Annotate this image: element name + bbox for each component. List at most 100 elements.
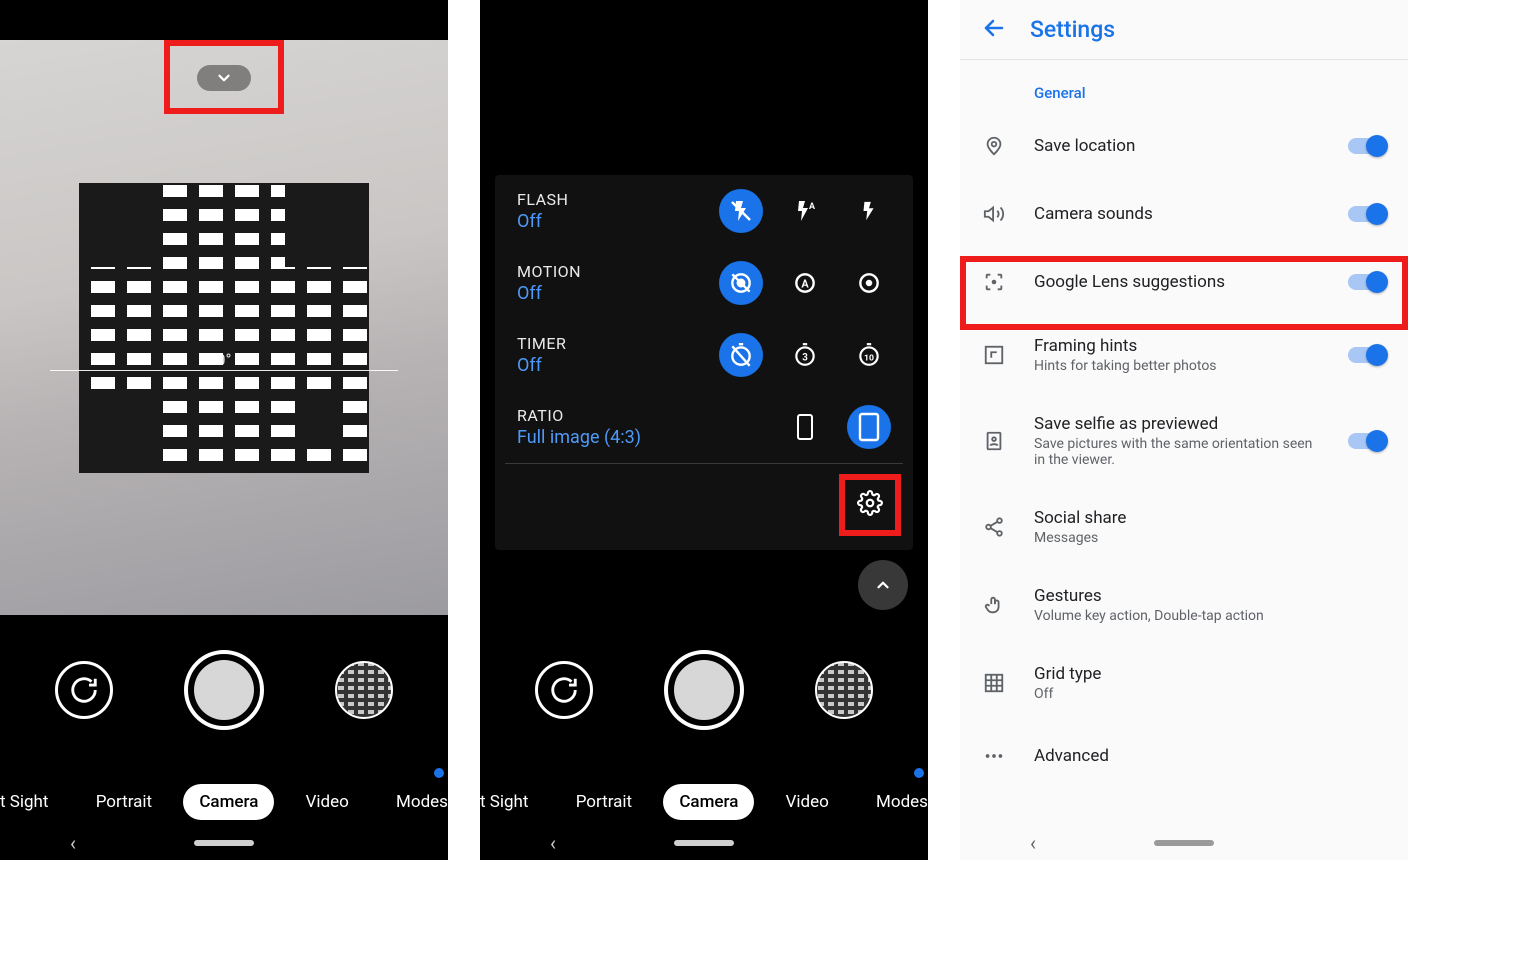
mode-video[interactable]: Video — [290, 784, 365, 820]
item-label: Gestures — [1034, 586, 1386, 606]
level-indicator-text: 0° — [217, 350, 232, 369]
timer-3s-icon: 3 — [792, 342, 818, 368]
motion-on-button[interactable] — [847, 261, 891, 305]
location-icon — [982, 135, 1006, 157]
item-sublabel: Volume key action, Double-tap action — [1034, 608, 1386, 624]
back-button[interactable] — [982, 16, 1006, 44]
flash-off-button[interactable] — [719, 189, 763, 233]
svg-text:A: A — [809, 202, 816, 212]
mode-portrait[interactable]: Portrait — [560, 784, 648, 820]
nav-home-pill[interactable] — [194, 840, 254, 846]
last-photo-thumbnail[interactable] — [815, 661, 873, 719]
svg-text:A: A — [801, 277, 809, 290]
motion-auto-button[interactable]: A — [783, 261, 827, 305]
switch-camera-icon — [69, 675, 99, 705]
flash-row: FLASH Off A — [495, 175, 913, 247]
gesture-icon — [982, 594, 1006, 616]
camera-bottom-bar: t Sight Portrait Camera Video Modes ‹ — [480, 615, 928, 860]
flash-off-icon — [729, 199, 753, 223]
google-lens-item[interactable]: Google Lens suggestions — [960, 248, 1408, 316]
mode-camera[interactable]: Camera — [663, 784, 754, 820]
settings-title: Settings — [1030, 16, 1115, 43]
mode-nightsight[interactable]: t Sight — [480, 784, 544, 820]
mode-more[interactable]: Modes — [380, 784, 448, 820]
shutter-inner — [194, 660, 254, 720]
mode-video[interactable]: Video — [770, 784, 845, 820]
motion-value: Off — [517, 283, 581, 304]
quick-settings-panel: FLASH Off A MOTION — [495, 175, 913, 550]
save-location-item[interactable]: Save location — [960, 112, 1408, 180]
chevron-up-icon — [874, 576, 892, 594]
save-location-toggle[interactable] — [1348, 138, 1386, 154]
item-label: Google Lens suggestions — [1034, 272, 1320, 292]
item-sublabel: Off — [1034, 686, 1386, 702]
item-label: Advanced — [1034, 746, 1386, 766]
social-share-item[interactable]: Social share Messages — [960, 488, 1408, 566]
more-icon — [982, 745, 1006, 767]
motion-off-icon — [728, 270, 754, 296]
item-sublabel: Save pictures with the same orientation … — [1034, 436, 1320, 468]
framing-toggle[interactable] — [1348, 347, 1386, 363]
nav-home-pill[interactable] — [674, 840, 734, 846]
nav-back-icon[interactable]: ‹ — [70, 831, 76, 855]
framing-hints-item[interactable]: Framing hints Hints for taking better ph… — [960, 316, 1408, 394]
viewfinder[interactable]: 0° — [0, 40, 448, 615]
switch-camera-button[interactable] — [535, 661, 593, 719]
gestures-item[interactable]: Gestures Volume key action, Double-tap a… — [960, 566, 1408, 644]
timer-3s-button[interactable]: 3 — [783, 333, 827, 377]
item-sublabel: Hints for taking better photos — [1034, 358, 1320, 374]
item-label: Camera sounds — [1034, 204, 1320, 224]
save-selfie-item[interactable]: Save selfie as previewed Save pictures w… — [960, 394, 1408, 488]
camera-sounds-item[interactable]: Camera sounds — [960, 180, 1408, 248]
nav-back-icon[interactable]: ‹ — [550, 831, 556, 855]
system-navbar: ‹ — [0, 826, 448, 860]
ratio-value: Full image (4:3) — [517, 427, 641, 448]
flash-on-button[interactable] — [847, 189, 891, 233]
grid-type-item[interactable]: Grid type Off — [960, 644, 1408, 722]
flash-auto-button[interactable]: A — [783, 189, 827, 233]
item-label: Framing hints — [1034, 336, 1320, 356]
settings-button[interactable] — [857, 490, 883, 520]
last-photo-thumbnail[interactable] — [335, 661, 393, 719]
share-icon — [982, 516, 1006, 538]
system-navbar: ‹ — [480, 826, 928, 860]
flash-label: FLASH — [517, 190, 568, 209]
camera-sounds-toggle[interactable] — [1348, 206, 1386, 222]
shutter-inner — [674, 660, 734, 720]
motion-off-button[interactable] — [719, 261, 763, 305]
selfie-toggle[interactable] — [1348, 433, 1386, 449]
mode-selector[interactable]: t Sight Portrait Camera Video Modes — [0, 784, 448, 820]
gear-icon — [857, 490, 883, 516]
mode-camera[interactable]: Camera — [183, 784, 274, 820]
advanced-item[interactable]: Advanced — [960, 722, 1408, 790]
mode-more[interactable]: Modes — [860, 784, 928, 820]
shutter-button[interactable] — [664, 650, 744, 730]
mode-portrait[interactable]: Portrait — [80, 784, 168, 820]
level-indicator-line — [50, 370, 398, 371]
expand-panel-button[interactable] — [197, 65, 251, 91]
settings-list: Save location Camera sounds Google Lens … — [960, 112, 1408, 790]
timer-10s-button[interactable]: 10 — [847, 333, 891, 377]
mode-selector[interactable]: t Sight Portrait Camera Video Modes — [480, 784, 928, 820]
item-label: Save selfie as previewed — [1034, 414, 1320, 434]
nav-back-icon[interactable]: ‹ — [1030, 831, 1036, 855]
timer-10s-icon: 10 — [856, 342, 882, 368]
nav-home-pill[interactable] — [1154, 840, 1214, 846]
item-label: Social share — [1034, 508, 1386, 528]
switch-camera-button[interactable] — [55, 661, 113, 719]
item-label: Grid type — [1034, 664, 1386, 684]
ratio-crop-button[interactable] — [783, 405, 827, 449]
timer-label: TIMER — [517, 334, 566, 353]
timer-off-button[interactable] — [719, 333, 763, 377]
mode-nightsight[interactable]: t Sight — [0, 784, 64, 820]
item-sublabel: Messages — [1034, 530, 1386, 546]
motion-on-icon — [856, 270, 882, 296]
lens-toggle[interactable] — [1348, 274, 1386, 290]
grid-icon — [982, 672, 1006, 694]
collapse-panel-button[interactable] — [858, 560, 908, 610]
shutter-button[interactable] — [184, 650, 264, 730]
frame-icon — [982, 344, 1006, 366]
ratio-full-button[interactable] — [847, 405, 891, 449]
new-feature-dot — [434, 768, 444, 778]
ratio-crop-icon — [795, 413, 815, 441]
